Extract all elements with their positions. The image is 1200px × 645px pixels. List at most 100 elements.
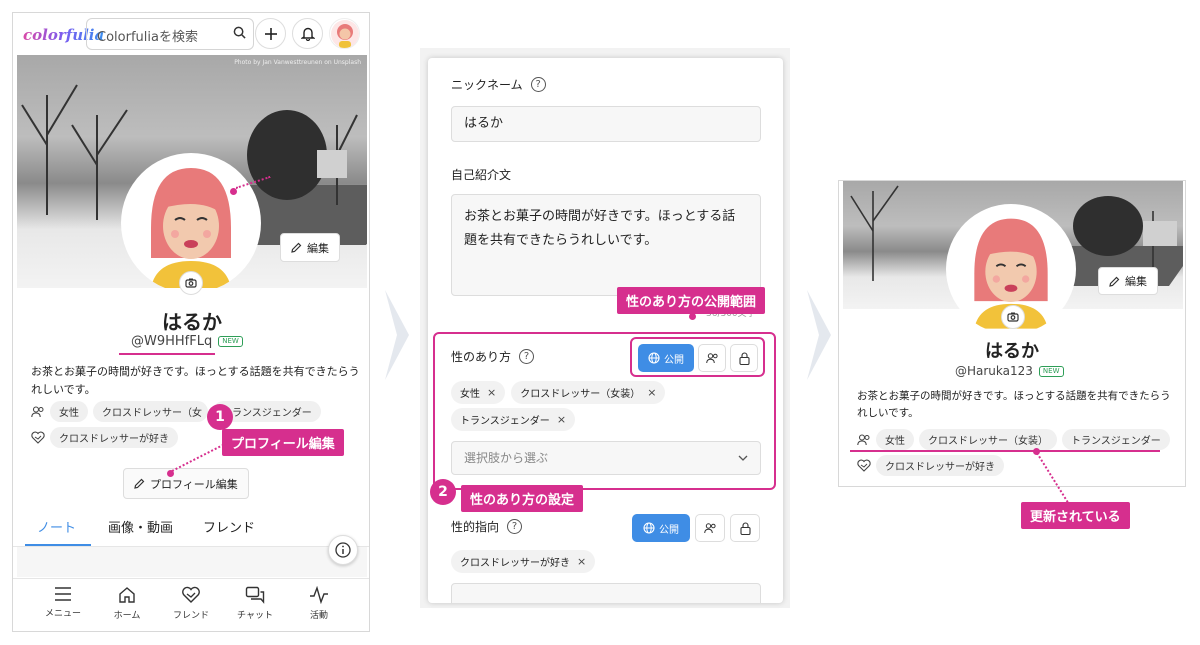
create-button[interactable] xyxy=(255,18,286,49)
orientation-chip: クロスドレッサーが好き xyxy=(876,455,1004,476)
gender-chip: クロスドレッサー（女装） xyxy=(919,429,1057,450)
help-icon[interactable]: ? xyxy=(530,77,546,92)
orientation-visibility-friends[interactable] xyxy=(695,514,725,542)
remove-tag-icon[interactable]: × xyxy=(577,555,586,568)
heart-handshake-icon xyxy=(857,459,871,472)
new-badge: NEW xyxy=(218,336,243,347)
handle-highlight-underline xyxy=(119,353,215,355)
plus-icon xyxy=(264,27,277,40)
menu-icon xyxy=(55,587,71,601)
bottom-nav-menu[interactable]: メニュー xyxy=(34,586,92,621)
orientation-tags-row: クロスドレッサーが好き × xyxy=(451,550,596,573)
info-button[interactable] xyxy=(328,535,358,565)
bell-icon xyxy=(300,27,315,41)
bottom-nav-home[interactable]: ホーム xyxy=(98,586,156,621)
info-icon xyxy=(335,542,351,558)
edit-cover-label: 編集 xyxy=(307,241,329,255)
step-1-number: 1 xyxy=(207,404,233,430)
pencil-icon xyxy=(291,242,302,253)
display-name: はるか xyxy=(162,310,222,334)
step-2-number: 2 xyxy=(430,479,456,505)
people-icon xyxy=(857,433,870,445)
profile-bio: お茶とお菓子の時間が好きです。ほっとする話題を共有できたらうれしいです。 xyxy=(857,390,1171,419)
tab-friends[interactable]: フレンド xyxy=(203,517,255,536)
flow-arrow-icon xyxy=(385,290,409,380)
public-label: 公開 xyxy=(659,524,679,536)
edit-profile-label: プロフィール編集 xyxy=(150,477,238,491)
bottom-nav-label: チャット xyxy=(237,611,273,621)
gender-chip: 女性 xyxy=(876,429,914,450)
activity-icon xyxy=(310,586,328,604)
notification-button[interactable] xyxy=(292,18,323,49)
nickname-label-text: ニックネーム xyxy=(451,78,523,92)
bottom-nav-divider xyxy=(13,578,369,579)
friends-icon xyxy=(182,586,200,603)
profile-bio: お茶とお菓子の時間が好きです。ほっとする話題を共有できたらうれしいです。 xyxy=(31,365,360,396)
visibility-annotation-label: 性のあり方の公開範囲 xyxy=(617,287,766,314)
orientation-chip-row: クロスドレッサーが好き xyxy=(857,455,1004,476)
visibility-highlight xyxy=(630,337,765,377)
orientation-select[interactable] xyxy=(451,583,761,603)
bottom-nav-label: メニュー xyxy=(44,609,81,619)
home-icon xyxy=(119,587,135,603)
bottom-nav-label: 活動 xyxy=(309,611,328,621)
profile-page-panel: colorfulia Colorfuliaを検索 Photo by Jan Va… xyxy=(12,12,370,632)
nickname-field[interactable]: はるか xyxy=(451,106,761,142)
avatar-illustration xyxy=(151,168,231,288)
pencil-icon xyxy=(1109,276,1120,287)
orientation-visibility-public[interactable]: 公開 xyxy=(632,514,690,542)
gender-chip: クロスドレッサー（女 xyxy=(93,401,208,422)
chat-icon xyxy=(245,586,265,604)
bottom-nav-friends[interactable]: フレンド xyxy=(162,586,220,621)
bottom-nav-label: フレンド xyxy=(172,611,209,621)
camera-icon xyxy=(185,278,197,288)
updated-annotation-label: 更新されている xyxy=(1021,502,1130,529)
nickname-label: ニックネーム ? xyxy=(451,76,546,93)
user-handle: @W9HHfFLq NEW xyxy=(131,334,243,349)
edit-cover-button[interactable]: 編集 xyxy=(1098,267,1158,295)
gender-chip: 女性 xyxy=(50,401,88,422)
edit-profile-button[interactable]: プロフィール編集 xyxy=(123,468,249,499)
orientation-visibility-private[interactable] xyxy=(730,514,760,542)
visibility-annotation-dot xyxy=(689,313,696,320)
updated-profile-panel: 編集 はるか @Haruka123 NEW お茶とお菓子の時間が好きです。ほっと… xyxy=(838,180,1186,487)
orientation-chip-row: クロスドレッサーが好き xyxy=(31,427,178,448)
bottom-nav-activity[interactable]: 活動 xyxy=(290,586,348,621)
step-1-label: プロフィール編集 xyxy=(222,429,344,456)
feed-area xyxy=(17,547,367,577)
edit-cover-label: 編集 xyxy=(1125,275,1147,288)
gender-chip: トランスジェンダー xyxy=(1062,429,1170,450)
bio-textarea[interactable]: お茶とお菓子の時間が好きです。ほっとする話題を共有できたらうれしいです。 xyxy=(451,194,761,296)
lock-icon xyxy=(739,521,751,535)
avatar-icon xyxy=(330,19,359,48)
change-avatar-button[interactable] xyxy=(179,271,203,295)
bottom-nav: メニュー ホーム フレンド チャット 活動 xyxy=(34,586,348,621)
people-icon xyxy=(31,405,44,417)
tab-media[interactable]: 画像・動画 xyxy=(108,517,173,536)
edit-profile-form: ニックネーム ? はるか 自己紹介文 お茶とお菓子の時間が好きです。ほっとする話… xyxy=(428,58,783,603)
search-input[interactable]: Colorfuliaを検索 xyxy=(86,18,254,50)
gender-chip-row: 女性 クロスドレッサー（女 トランスジェンダー xyxy=(31,401,321,422)
pencil-icon xyxy=(134,478,145,489)
display-name: はるか xyxy=(985,341,1039,362)
photo-credit: Photo by Jan Vanwesttreunen on Unsplash xyxy=(234,59,361,66)
orientation-tag-text: クロスドレッサーが好き xyxy=(460,558,570,569)
orientation-label-text: 性的指向 xyxy=(451,520,500,534)
bio-label: 自己紹介文 xyxy=(451,168,512,182)
help-icon[interactable]: ? xyxy=(507,519,523,534)
user-handle: @Haruka123 NEW xyxy=(955,364,1064,378)
tab-notes[interactable]: ノート xyxy=(37,517,76,536)
orientation-chip: クロスドレッサーが好き xyxy=(50,427,178,448)
handle-text: @Haruka123 xyxy=(955,364,1033,378)
bottom-nav-label: ホーム xyxy=(113,611,141,621)
handle-text: @W9HHfFLq xyxy=(131,334,213,349)
friends-visibility-icon xyxy=(703,522,716,533)
globe-icon xyxy=(643,522,655,534)
step-2-label: 性のあり方の設定 xyxy=(461,485,584,512)
search-icon xyxy=(233,26,246,39)
search-placeholder: Colorfuliaを検索 xyxy=(97,30,198,45)
edit-cover-button[interactable]: 編集 xyxy=(280,233,340,262)
change-avatar-button[interactable] xyxy=(1001,305,1025,329)
account-avatar-button[interactable] xyxy=(329,18,360,49)
bottom-nav-chat[interactable]: チャット xyxy=(226,586,284,621)
